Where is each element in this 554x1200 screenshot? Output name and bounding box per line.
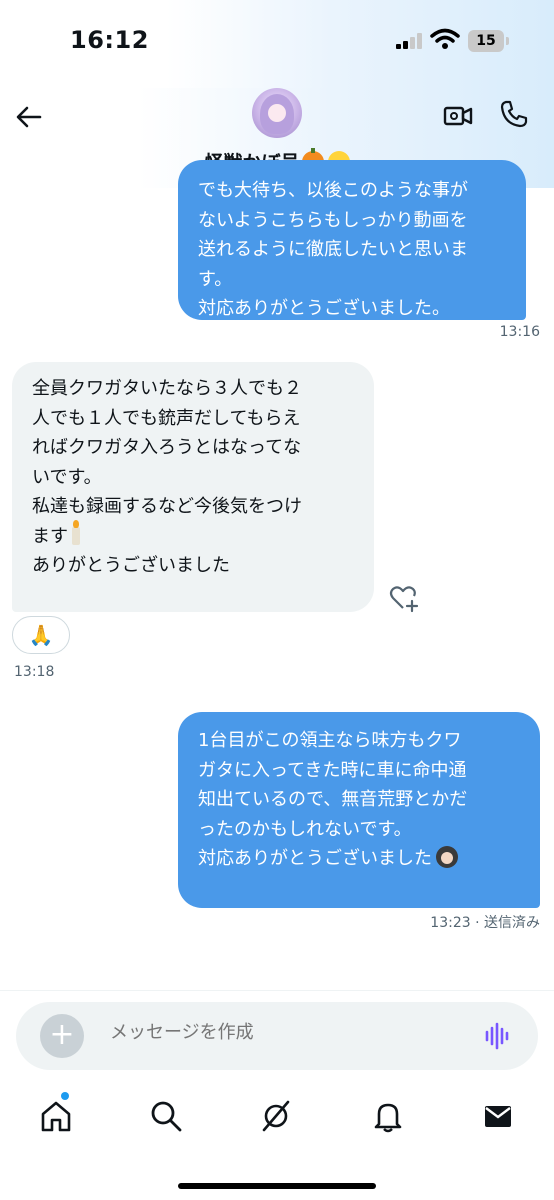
message-timestamp-sent: 13:23 · 送信済み [430,915,540,931]
folded-hands-icon: 🙏 [28,623,54,647]
battery-level: 15 [468,30,504,52]
candle-icon [72,519,80,545]
message-line: でも大待ち、以後このような事が [198,180,468,201]
notifications-icon[interactable] [370,1098,406,1134]
message-line: 全員クワガタいたなら３人でも２ [32,378,302,399]
person-bowing-icon [436,846,458,868]
message-line: す。 [198,268,233,290]
bottom-tab-bar [0,1090,554,1146]
message-line-with-emoji: 対応ありがとうございました [198,844,520,874]
add-reaction-icon[interactable] [388,582,420,614]
cellular-signal-icon [396,33,422,49]
status-bar: 16:12 15 [0,0,554,88]
message-line: ます [32,525,68,547]
notification-dot [61,1092,69,1100]
message-bubble-outgoing[interactable]: でも大待ち、以後このような事が ないようこちらもしっかり動画を 送れるように徹底… [178,160,526,320]
search-icon[interactable] [148,1098,184,1134]
message-line: 1台目がこの領主なら味方もクワ [198,730,462,751]
message-line: ったのかもしれないです。 [198,818,412,840]
message-line: 対応ありがとうございました [198,848,432,869]
composer-divider [0,990,554,991]
home-indicator [178,1183,376,1189]
phone-call-icon[interactable] [498,98,530,130]
grok-icon[interactable] [258,1098,294,1134]
message-line-with-emoji: ます [32,519,354,552]
message-timestamp: 13:18 [14,664,55,680]
message-line: 送れるように徹底したいと思いま [198,239,468,260]
status-time: 16:12 [70,26,149,54]
message-line: ありがとうございました [32,555,230,576]
message-timestamp: 13:16 [499,324,540,340]
message-line: 対応ありがとうございました。 [198,298,450,319]
message-line: ないようこちらもしっかり動画を [198,209,468,231]
arrow-left-icon[interactable] [14,102,44,132]
message-line: ガタに入ってきた時に車に命中通 [198,759,467,781]
voice-wave-icon[interactable] [484,1022,512,1050]
wifi-icon [430,28,460,49]
reaction-badge[interactable]: 🙏 [12,616,70,654]
message-bubble-incoming[interactable]: 全員クワガタいたなら３人でも２ 人でも１人でも銃声だしてもらえ ればクワガタ入ろ… [12,362,374,612]
message-line: 人でも１人でも銃声だしてもらえ [32,407,301,429]
message-line: いです。 [32,466,102,488]
message-line: 知出ているので、無音荒野とかだ [198,789,468,810]
avatar-face [268,104,286,122]
message-input[interactable] [110,1022,450,1043]
message-bubble-outgoing[interactable]: 1台目がこの領主なら味方もクワ ガタに入ってきた時に車に命中通 知出ているので、… [178,712,540,908]
video-call-icon[interactable] [442,100,474,132]
plus-icon[interactable]: + [40,1014,84,1058]
contact-avatar[interactable] [252,88,302,138]
message-line: ればクワガタ入ろうとはなってな [32,437,302,458]
message-line: 私達も録画するなど今後気をつけ [32,496,302,517]
messages-icon[interactable] [480,1098,516,1134]
message-composer[interactable]: + [16,1002,538,1070]
home-icon[interactable] [38,1098,74,1134]
battery-cap [506,37,509,45]
